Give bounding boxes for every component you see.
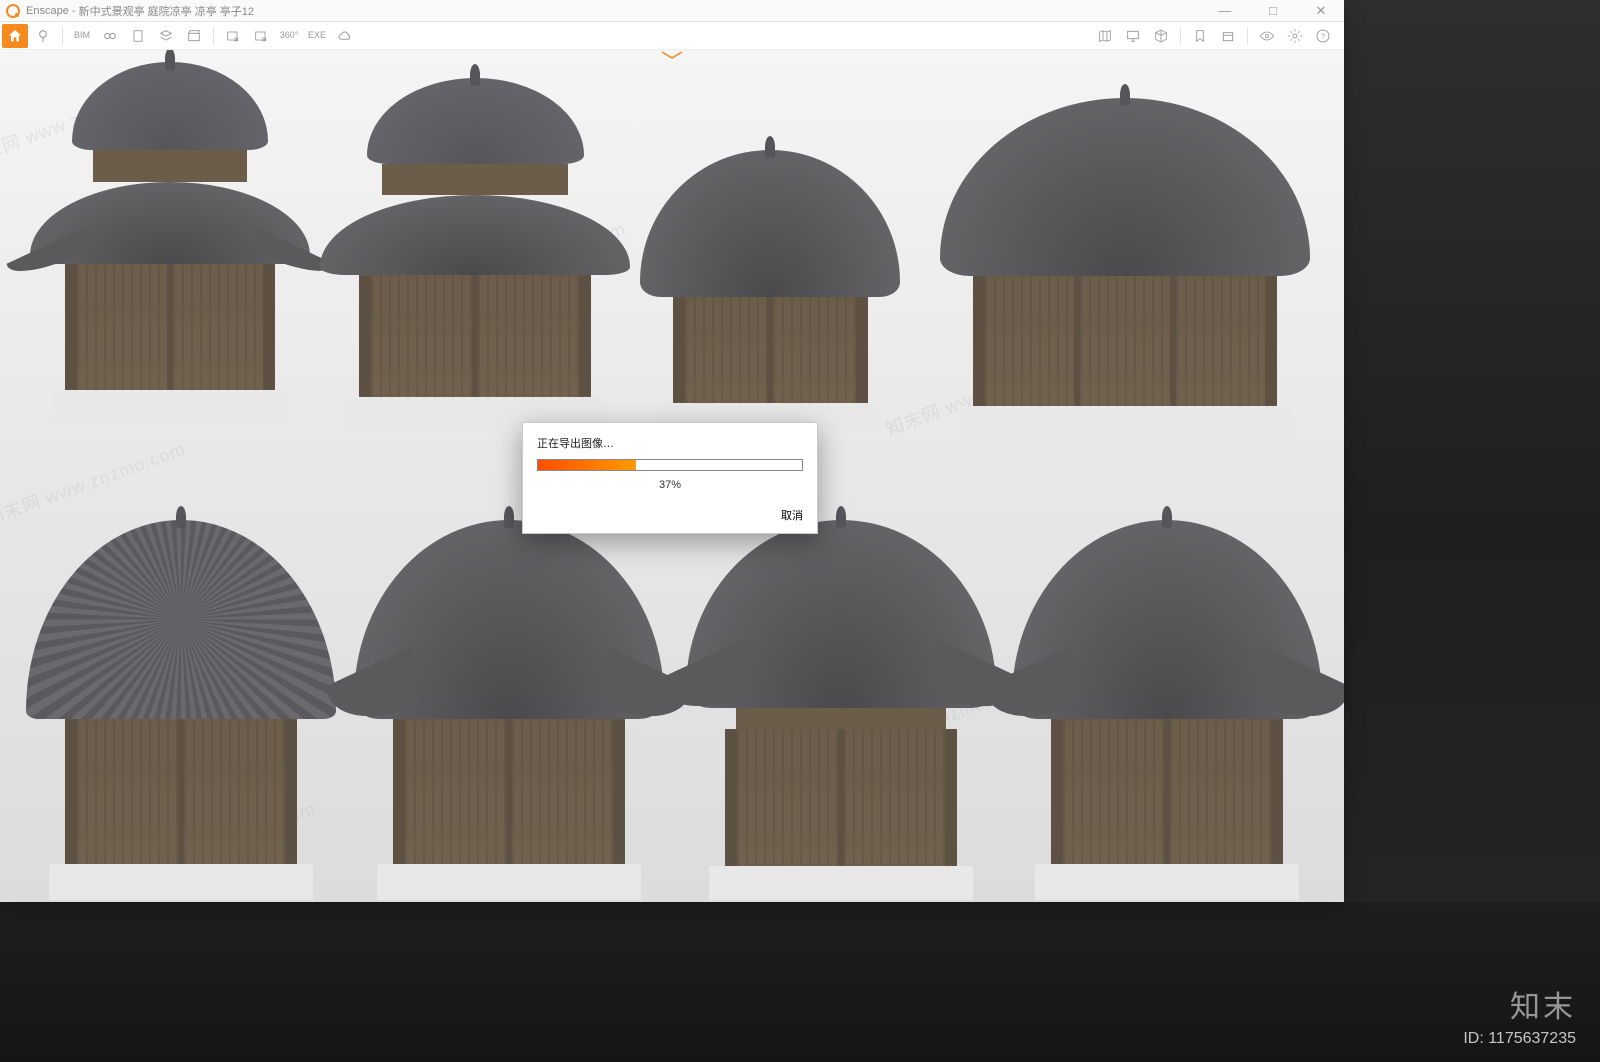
map-icon: [1097, 28, 1113, 44]
display-button[interactable]: [1120, 24, 1146, 48]
progress-percent-label: 37%: [537, 479, 803, 491]
export-progress-dialog: 正在导出图像… 37% 取消: [522, 422, 818, 534]
watermark-text: 知末网 www.znzmo.com: [0, 435, 189, 532]
enscape-window: Enscape - 新中式景观亭 庭院凉亭 凉亭 亭子12 — □ ✕ BIM: [0, 0, 1344, 902]
monitor-icon: [1125, 28, 1141, 44]
assets-button[interactable]: [1215, 24, 1241, 48]
capture-in-button[interactable]: [220, 24, 246, 48]
export-dialog-title: 正在导出图像…: [537, 435, 803, 451]
titlebar: Enscape - 新中式景观亭 庭院凉亭 凉亭 亭子12 — □ ✕: [0, 0, 1344, 22]
cube-icon: [1153, 28, 1169, 44]
pin-icon: [35, 28, 51, 44]
progress-fill: [538, 460, 636, 470]
doc-icon: [130, 28, 146, 44]
capture-out-button[interactable]: [248, 24, 274, 48]
app-name: Enscape: [26, 5, 69, 17]
pavilion-model-1: [30, 62, 310, 422]
bookmark-icon: [1192, 28, 1208, 44]
pin-button[interactable]: [30, 24, 56, 48]
znzmo-id-label: ID: 1175637235: [1463, 1030, 1576, 1048]
desktop-background-bottom: [0, 902, 1600, 1062]
maximize-button[interactable]: □: [1256, 3, 1290, 19]
toolbar-collapse-handle[interactable]: [660, 50, 684, 60]
home-icon: [7, 28, 23, 44]
minimize-button[interactable]: —: [1208, 3, 1242, 19]
exe-export-button[interactable]: EXE: [304, 24, 330, 48]
help-button[interactable]: ?: [1310, 24, 1336, 48]
znzmo-brand-watermark: 知末: [1510, 982, 1576, 1026]
eye-icon: [1259, 28, 1275, 44]
cube-button[interactable]: [1148, 24, 1174, 48]
pavilion-model-3: [640, 150, 900, 430]
document-title: 新中式景观亭 庭院凉亭 凉亭 亭子12: [79, 3, 254, 19]
video-button[interactable]: [181, 24, 207, 48]
pavilion-model-7: [686, 520, 996, 900]
pavilion-model-6: [354, 520, 664, 900]
layers-button[interactable]: [153, 24, 179, 48]
settings-button[interactable]: [1282, 24, 1308, 48]
bim-button[interactable]: BIM: [69, 24, 95, 48]
progress-bar: [537, 459, 803, 471]
layers-icon: [158, 28, 174, 44]
enscape-logo-icon: [6, 4, 20, 18]
pavilion-model-4: [940, 98, 1310, 438]
screenshot-in-icon: [225, 28, 241, 44]
svg-text:?: ?: [1321, 31, 1325, 40]
screenshot-out-icon: [253, 28, 269, 44]
package-icon: [1220, 28, 1236, 44]
visibility-button[interactable]: [1254, 24, 1280, 48]
gear-icon: [1287, 28, 1303, 44]
bookmark-button[interactable]: [1187, 24, 1213, 48]
map-button[interactable]: [1092, 24, 1118, 48]
binoculars-icon: [102, 28, 118, 44]
doc-button[interactable]: [125, 24, 151, 48]
close-button[interactable]: ✕: [1304, 3, 1338, 19]
main-toolbar: BIM 360° EXE: [0, 22, 1344, 50]
pavilion-model-5: [26, 520, 336, 900]
cancel-button[interactable]: 取消: [537, 505, 803, 525]
clapper-icon: [186, 28, 202, 44]
pano-button[interactable]: 360°: [276, 24, 302, 48]
pavilion-model-8: [1012, 520, 1322, 900]
view-sync-button[interactable]: [97, 24, 123, 48]
cloud-icon: [337, 28, 353, 44]
window-controls: — □ ✕: [1208, 3, 1338, 19]
help-icon: ?: [1315, 28, 1331, 44]
home-button[interactable]: [2, 24, 28, 48]
render-viewport[interactable]: 知末网 www.znzmo.com 知末网 www.znzmo.com 知末网 …: [0, 50, 1344, 902]
title-separator: -: [69, 5, 79, 17]
pavilion-model-2: [320, 78, 630, 428]
cloud-button[interactable]: [332, 24, 358, 48]
